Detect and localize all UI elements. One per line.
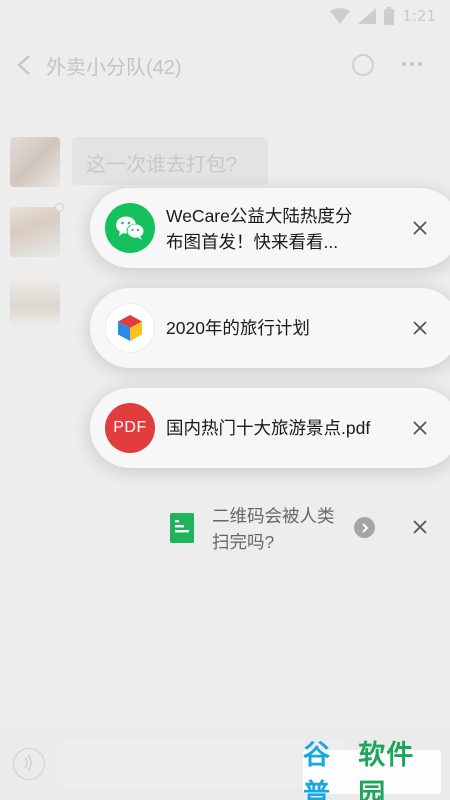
watermark-part1: 谷普 bbox=[303, 740, 331, 800]
back-icon[interactable] bbox=[16, 54, 32, 76]
card-title-line1: WeCare公益大陆热度分 bbox=[166, 206, 353, 226]
pdf-icon-label: PDF bbox=[113, 419, 147, 436]
floating-card-travel-plan[interactable]: 2020年的旅行计划 bbox=[90, 288, 450, 368]
avatar[interactable] bbox=[10, 277, 60, 327]
floating-card-wecare[interactable]: WeCare公益大陆热度分 布图首发！快来看看... bbox=[90, 188, 450, 268]
unread-dot-icon bbox=[55, 203, 64, 212]
signal-icon bbox=[358, 8, 377, 24]
watermark-part2: 软件园 bbox=[358, 740, 415, 800]
doc-item-text[interactable]: 二维码会被人类 扫完吗? bbox=[212, 503, 352, 555]
avatar[interactable] bbox=[10, 207, 60, 257]
chat-title: 外卖小分队(42) bbox=[46, 57, 182, 79]
card-title: 国内热门十大旅游景点.pdf bbox=[166, 418, 371, 438]
battery-icon bbox=[384, 7, 395, 25]
close-icon[interactable] bbox=[410, 517, 430, 537]
status-time: 1:21 bbox=[402, 7, 436, 25]
chevron-right-icon[interactable] bbox=[354, 517, 375, 538]
voice-icon[interactable] bbox=[13, 748, 45, 780]
close-icon[interactable] bbox=[410, 218, 430, 238]
status-bar: 1:21 bbox=[0, 0, 450, 32]
more-icon[interactable] bbox=[402, 62, 422, 66]
pdf-icon: PDF bbox=[105, 403, 155, 453]
card-title-line2: 布图首发！快来看看... bbox=[166, 232, 339, 252]
doc-title-line1: 二维码会被人类 bbox=[212, 506, 335, 526]
floating-card-pdf[interactable]: PDF 国内热门十大旅游景点.pdf bbox=[90, 388, 450, 468]
wechat-icon bbox=[105, 203, 155, 253]
close-icon[interactable] bbox=[410, 418, 430, 438]
cube-app-icon bbox=[105, 303, 155, 353]
card-title: 2020年的旅行计划 bbox=[166, 318, 310, 338]
chat-header: 外卖小分队(42) bbox=[0, 40, 450, 90]
message-text: 这一次谁去打包? bbox=[86, 154, 238, 176]
wifi-icon bbox=[330, 8, 351, 24]
doc-title-line2: 扫完吗? bbox=[212, 532, 275, 552]
close-icon[interactable] bbox=[410, 318, 430, 338]
loading-circle-icon bbox=[352, 54, 374, 76]
avatar[interactable] bbox=[10, 137, 60, 187]
document-icon bbox=[170, 513, 194, 543]
watermark-logo: 谷普 软件园 bbox=[303, 740, 441, 800]
